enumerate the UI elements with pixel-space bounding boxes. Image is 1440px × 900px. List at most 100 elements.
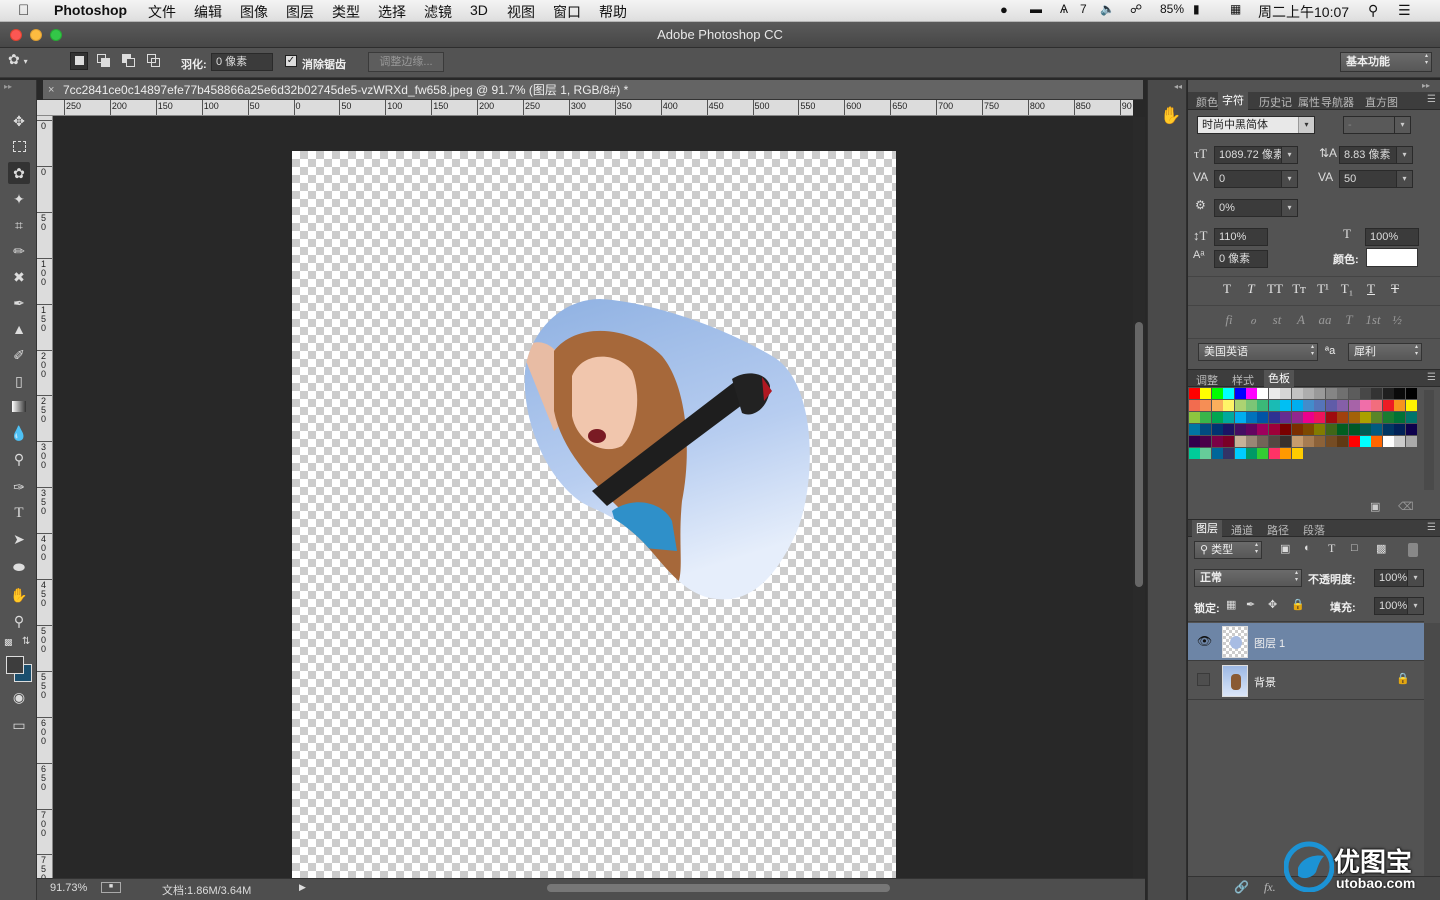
color-swatch[interactable]	[1382, 424, 1394, 435]
input-method-icon[interactable]: Ѧ	[1060, 2, 1068, 16]
language-select[interactable]: 美国英语	[1198, 343, 1318, 361]
menu-layer[interactable]: 图层	[286, 2, 314, 22]
tab-swatches[interactable]: 色板	[1264, 370, 1294, 388]
color-swatch[interactable]	[1268, 388, 1280, 399]
color-swatch[interactable]	[1360, 400, 1371, 411]
color-swatch[interactable]	[1280, 412, 1292, 423]
color-swatch[interactable]	[1325, 412, 1337, 423]
color-swatch[interactable]	[1291, 388, 1303, 399]
style-button-0[interactable]: T	[1216, 281, 1238, 297]
menu-view[interactable]: 视图	[507, 2, 535, 22]
color-swatch[interactable]	[1337, 424, 1349, 435]
color-swatch[interactable]	[1371, 412, 1383, 423]
filter-toggle-switch[interactable]	[1408, 543, 1418, 557]
ot-button-1[interactable]: ℴ	[1242, 312, 1264, 328]
font-size-input[interactable]: 1089.72 像素 ▾	[1214, 146, 1298, 164]
intersect-selection-button[interactable]	[145, 52, 163, 70]
swap-colors-icon[interactable]: ⇅	[22, 636, 30, 647]
healing-brush-tool[interactable]: ✖	[8, 266, 30, 288]
canvas-area[interactable]	[54, 117, 1133, 878]
close-document-icon[interactable]: ×	[48, 80, 54, 100]
color-swatch[interactable]	[1200, 412, 1212, 423]
visibility-toggle-empty[interactable]	[1197, 673, 1210, 686]
vertical-scroll-thumb[interactable]	[1135, 322, 1143, 587]
crop-tool[interactable]: ⌗	[8, 214, 30, 236]
tab-paths[interactable]: 路径	[1267, 522, 1289, 538]
color-swatch[interactable]	[1189, 400, 1200, 411]
filter-shape-icon[interactable]: □	[1351, 542, 1358, 554]
ot-button-0[interactable]: fi	[1218, 312, 1240, 328]
filter-adjustment-icon[interactable]: ◐	[1304, 542, 1311, 554]
color-swatch[interactable]	[1382, 412, 1394, 423]
history-brush-tool[interactable]: ✐	[8, 344, 30, 366]
tab-history[interactable]: 历史记	[1259, 94, 1292, 110]
color-swatch[interactable]	[1382, 400, 1394, 411]
color-swatch[interactable]	[1280, 400, 1292, 411]
color-swatch[interactable]	[1268, 424, 1280, 435]
layer-name[interactable]: 背景	[1254, 674, 1276, 690]
color-swatch[interactable]	[1303, 412, 1314, 423]
clock[interactable]: 周二上午10:07	[1258, 2, 1349, 22]
color-swatch[interactable]	[1280, 448, 1292, 459]
zoom-tool[interactable]: ⚲	[8, 610, 30, 632]
status-menu-arrow-icon[interactable]: ▶	[299, 882, 306, 893]
font-family-select[interactable]: 时尚中黑简体 ▾	[1197, 116, 1315, 134]
layers-panel-menu-icon[interactable]: ☰	[1427, 522, 1436, 533]
hand-tool[interactable]: ✋	[8, 584, 30, 606]
color-swatch[interactable]	[1303, 400, 1314, 411]
color-swatch[interactable]	[1360, 424, 1371, 435]
close-window-button[interactable]	[10, 29, 22, 41]
color-swatch[interactable]	[1360, 412, 1371, 423]
ot-button-4[interactable]: aa	[1314, 312, 1336, 328]
color-swatch[interactable]	[1189, 424, 1200, 435]
color-swatch[interactable]	[1200, 388, 1212, 399]
color-swatch[interactable]	[1360, 436, 1371, 447]
brush-tool[interactable]: ✒	[8, 292, 30, 314]
tracking-input[interactable]: 50 ▾	[1339, 170, 1413, 188]
ot-button-6[interactable]: 1st	[1362, 312, 1384, 328]
lock-transparent-icon[interactable]: ▦	[1226, 598, 1236, 611]
color-swatch[interactable]	[1382, 436, 1394, 447]
swatches-scrollbar[interactable]	[1424, 390, 1434, 490]
kerning-input[interactable]: 0 ▾	[1214, 170, 1298, 188]
notification-list-icon[interactable]: ☰	[1398, 2, 1411, 19]
color-swatch[interactable]	[1234, 448, 1246, 459]
color-swatch[interactable]	[1189, 436, 1200, 447]
vertical-scale-input[interactable]: 110%	[1214, 228, 1268, 246]
qq-icon[interactable]: ●	[1000, 2, 1008, 17]
color-swatch[interactable]	[1325, 388, 1337, 399]
antialias-method-select[interactable]: 犀利	[1348, 343, 1422, 361]
color-swatch[interactable]	[1405, 388, 1417, 399]
horizontal-scroll-thumb[interactable]	[547, 884, 890, 892]
tool-presets-icon[interactable]: ✋	[1160, 106, 1181, 126]
lasso-preset-picker[interactable]: ✿ ▾	[8, 51, 64, 73]
layer-name[interactable]: 图层 1	[1254, 635, 1285, 651]
style-button-1[interactable]: T	[1240, 281, 1262, 297]
color-swatch[interactable]	[1291, 424, 1303, 435]
color-swatch[interactable]	[1314, 400, 1326, 411]
screen-mode-button[interactable]: ▭	[8, 714, 30, 736]
style-button-5[interactable]: T₁	[1336, 281, 1358, 297]
menu-file[interactable]: 文件	[148, 2, 176, 22]
color-swatch[interactable]	[1303, 424, 1314, 435]
quick-mask-button[interactable]: ◉	[8, 686, 30, 708]
zoom-level[interactable]: 91.73%	[50, 882, 87, 894]
color-swatch[interactable]	[1291, 400, 1303, 411]
eyedropper-tool[interactable]: ✏	[8, 240, 30, 262]
color-swatch[interactable]	[1337, 388, 1349, 399]
spotlight-search-icon[interactable]: ⚲	[1368, 2, 1378, 19]
tab-paragraph[interactable]: 段落	[1303, 522, 1325, 538]
color-swatch[interactable]	[1257, 436, 1269, 447]
document-canvas[interactable]	[292, 151, 896, 878]
eraser-tool[interactable]: ▯	[8, 370, 30, 392]
color-swatch[interactable]	[1223, 388, 1235, 399]
menu-edit[interactable]: 编辑	[194, 2, 222, 22]
app-menu[interactable]: Photoshop	[54, 2, 127, 18]
color-swatch[interactable]	[1189, 388, 1200, 399]
gradient-tool[interactable]	[8, 396, 30, 418]
color-swatch[interactable]	[1211, 412, 1223, 423]
color-swatch[interactable]	[1268, 448, 1280, 459]
color-swatch[interactable]	[1303, 436, 1314, 447]
ot-button-5[interactable]: T	[1338, 312, 1360, 328]
color-swatch[interactable]	[1280, 424, 1292, 435]
